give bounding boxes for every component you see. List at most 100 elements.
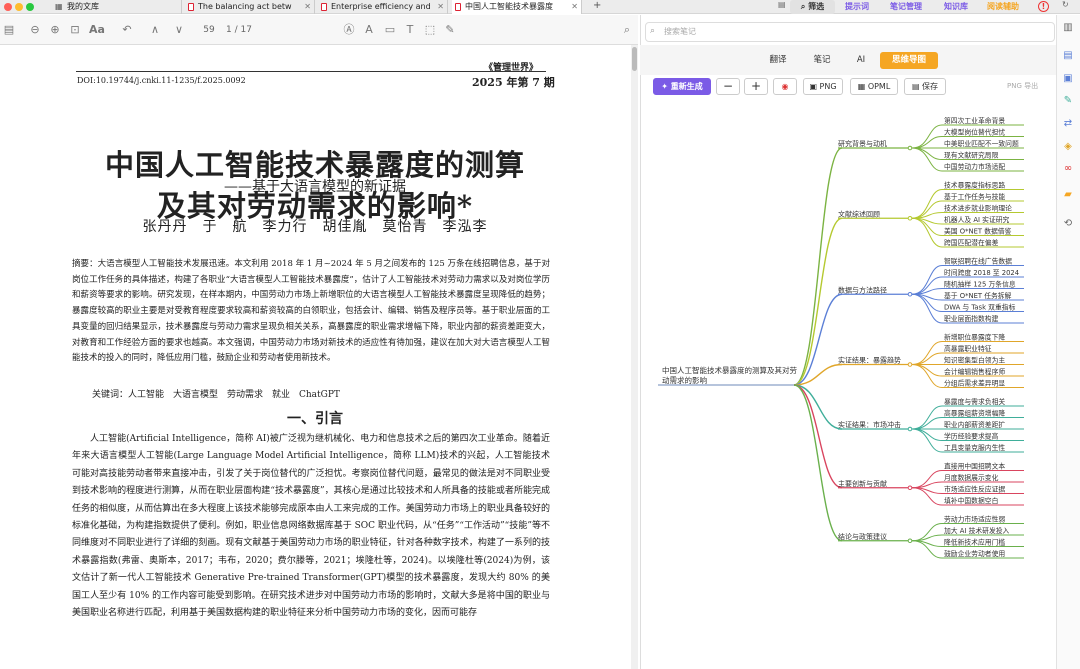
close-tab-icon[interactable]: ✕ (304, 0, 311, 14)
page-up-icon[interactable]: ∧ (148, 23, 162, 37)
branch-node (907, 215, 913, 221)
mindmap-branch: 数据与方法路径 (838, 285, 887, 294)
branch-connector (793, 384, 843, 542)
minimize-window-icon[interactable] (15, 3, 23, 11)
leaf-connector (911, 405, 943, 430)
mindmap-leaf: 鼓励企业劳动者使用 (944, 549, 1005, 558)
zoom-out-icon[interactable]: ⊖ (28, 23, 42, 37)
mindmap-branch: 研究背景与动机 (838, 139, 887, 148)
page-down-icon[interactable]: ∨ (172, 23, 186, 37)
close-tab-icon[interactable]: ✕ (571, 0, 578, 14)
history-icon[interactable]: ⟲ (1062, 218, 1074, 230)
tab-notes[interactable]: 笔记 (806, 52, 838, 69)
branch-node (907, 426, 913, 432)
tab-ai[interactable]: AI (847, 52, 875, 69)
notes-manage-button[interactable]: 笔记管理 (890, 0, 922, 14)
undo-icon[interactable]: ↶ (120, 23, 134, 37)
mindmap-leaf: 美国 O*NET 数据借鉴 (944, 227, 1012, 236)
reader-toolbar: ▤ ⊖ ⊕ ⊡ Aa ↶ ∧ ∨ 59 1 / 17 Ⓐ A ▭ T ⬚ ✎ ⌕ (0, 15, 638, 45)
knowledge-base-button[interactable]: 知识库 (944, 0, 968, 14)
leaf-connector (911, 147, 943, 172)
mindmap-leaf: 随机抽样 125 万条信息 (944, 280, 1016, 289)
prompt-button[interactable]: 提示词 (845, 0, 869, 14)
filter-button[interactable]: ⌕ 筛选 (790, 0, 835, 14)
save-icon: ▤ (911, 82, 920, 91)
mindmap-leaf: 基于 O*NET 任务拆解 (944, 291, 1012, 300)
save-button[interactable]: ▤ 保存 (904, 78, 946, 95)
tab-library[interactable]: ▦ 我的文库 (52, 0, 182, 14)
tab-translate[interactable]: 翻译 (760, 52, 796, 69)
section-heading: 一、引言 (287, 411, 343, 427)
reader-scrollbar[interactable] (631, 45, 638, 669)
close-tab-icon[interactable]: ✕ (437, 0, 444, 14)
text-size-icon[interactable]: Aa (88, 23, 106, 37)
branch-node (907, 485, 913, 491)
mindmap-leaf: 直接用中国招聘文本 (944, 462, 1005, 471)
bookmark-icon[interactable]: ▰ (1062, 189, 1074, 201)
scroll-thumb[interactable] (632, 47, 637, 71)
pdf-icon (321, 3, 327, 11)
attachment-icon[interactable]: ✎ (1062, 95, 1074, 107)
paper-authors: 张丹丹 于 航 李力行 胡佳胤 莫怡青 李泓李 (142, 219, 488, 235)
panel-toggle-icon[interactable]: ▥ (1062, 22, 1074, 34)
branch-node (907, 362, 913, 367)
document-icon[interactable]: ▤ (1062, 50, 1074, 62)
tab-paper-1[interactable]: The balancing act betw ✕ (185, 0, 315, 14)
tab-paper-2[interactable]: Enterprise efficiency and ✕ (318, 0, 448, 14)
mindmap-leaf: 机器人及 AI 实证研究 (944, 215, 1010, 224)
target-icon: ◉ (781, 82, 789, 91)
center-button[interactable]: ◉ (773, 78, 797, 95)
leaf-connector (911, 293, 943, 324)
text-select-icon[interactable]: Ⓐ (342, 23, 356, 37)
zoom-window-icon[interactable] (26, 3, 34, 11)
mindmap-leaf: 职业层面指数构建 (944, 314, 999, 323)
mindmap-branch: 结论与政策建议 (838, 532, 887, 541)
mindmap-leaf: 月度数据展示变化 (944, 473, 999, 482)
mindmap-leaf: 分组后需求差异明显 (944, 379, 1005, 388)
mindmap-leaf: DWA 与 Task 双重指标 (944, 303, 1016, 312)
branch-node (907, 145, 913, 151)
tab-paper-3[interactable]: 中国人工智能技术暴露度 ✕ (452, 0, 582, 14)
add-tab-icon[interactable]: + (593, 0, 601, 11)
tab-mindmap[interactable]: 思维导图 (880, 52, 938, 69)
reading-aid-button[interactable]: 阅读辅助 (987, 0, 1019, 14)
branch-node (907, 538, 913, 544)
opml-button[interactable]: ▦ OPML (850, 78, 898, 95)
image-icon[interactable]: ▣ (1062, 73, 1074, 85)
page-number-input[interactable]: 59 (196, 23, 222, 38)
refresh-icon[interactable]: ↻ (1062, 0, 1069, 9)
mindmap-leaf: 中美职业匹配不一致问题 (944, 139, 1019, 148)
notes-search-input[interactable]: 搜索笔记 (645, 22, 1055, 42)
mindmap-leaf: 学历经验要求提高 (944, 432, 999, 441)
export-icon: ▦ (857, 82, 866, 91)
mindmap-leaf: 知识密集型白领为主 (944, 356, 1005, 365)
sidebar-toggle-icon[interactable]: ▤ (778, 0, 786, 9)
mindmap-leaf: 高暴露组薪资增幅降 (944, 409, 1005, 418)
zoom-in-icon[interactable]: ⊕ (48, 23, 62, 37)
translate-icon[interactable]: ⇄ (1062, 118, 1074, 130)
fit-width-icon[interactable]: ⊡ (68, 23, 82, 37)
mindmap-branch: 主要创新与贡献 (838, 479, 887, 488)
text-tool-icon[interactable]: T (403, 23, 417, 37)
alert-icon[interactable]: ! (1038, 1, 1049, 12)
header-rule (76, 71, 546, 72)
link-icon[interactable]: ∞ (1062, 163, 1074, 175)
image-icon: ▣ (809, 82, 817, 91)
close-window-icon[interactable] (4, 3, 12, 11)
highlight-icon[interactable]: A (362, 23, 376, 37)
png-button[interactable]: ▣ PNG (803, 78, 843, 95)
crop-icon[interactable]: ⬚ (423, 23, 437, 37)
tag-icon[interactable]: ◈ (1062, 141, 1074, 153)
mindmap-leaf: 智联招聘在线广告数据 (944, 257, 1012, 266)
regenerate-button[interactable]: ✦ 重新生成 (653, 78, 711, 95)
title-bar: ▦ 我的文库 The balancing act betw ✕ Enterpri… (0, 0, 1080, 14)
leaf-connector (911, 341, 943, 365)
zoom-out-button[interactable]: − (716, 78, 740, 95)
search-icon[interactable]: ⌕ (620, 23, 634, 37)
mindmap-leaf: 工具变量克服内生性 (944, 443, 1005, 452)
sparkle-icon: ✦ (661, 82, 668, 91)
zoom-in-button[interactable]: + (744, 78, 768, 95)
sidebar-icon[interactable]: ▤ (2, 23, 16, 37)
sign-icon[interactable]: ✎ (443, 23, 457, 37)
note-icon[interactable]: ▭ (383, 23, 397, 37)
